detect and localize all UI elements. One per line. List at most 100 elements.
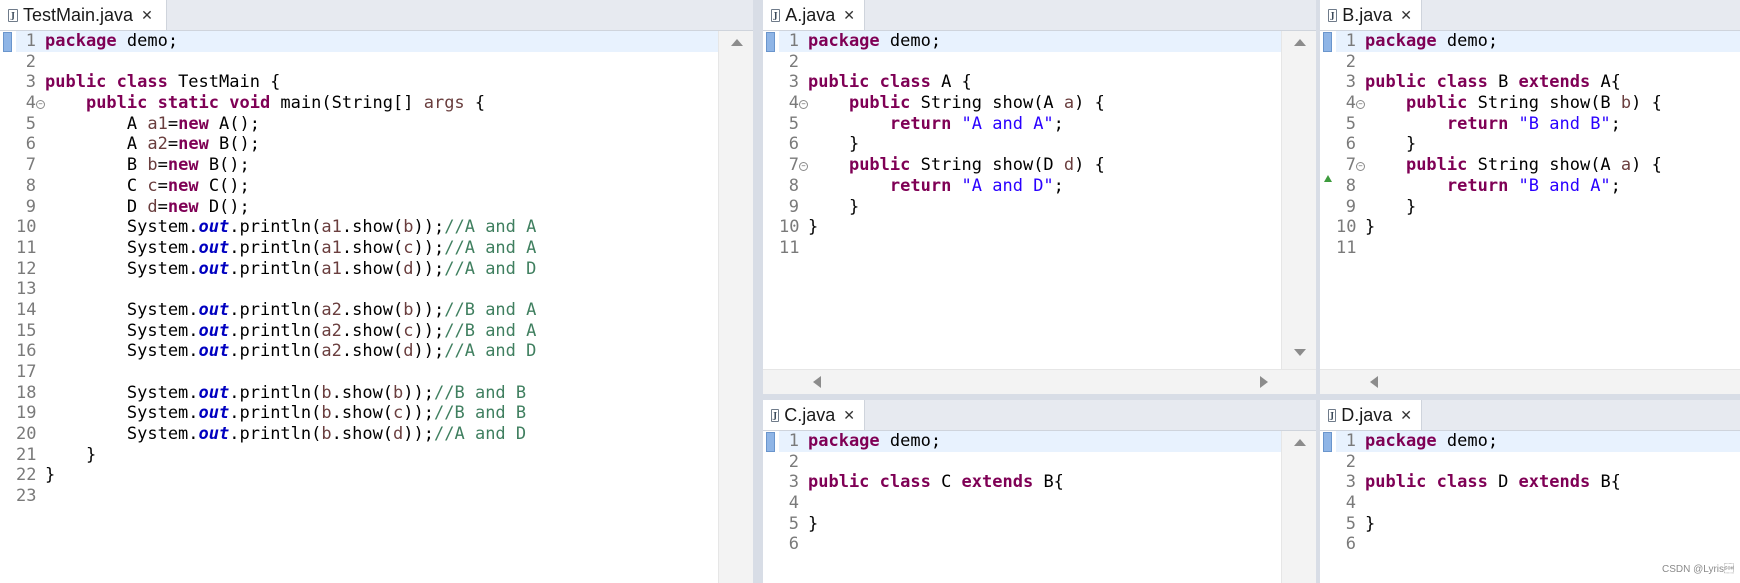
close-icon[interactable]: ✕ [843,8,855,22]
code-line[interactable]: 1 package demo; [1336,31,1740,52]
scroll-right-arrow[interactable] [1260,376,1268,388]
tab-d[interactable]: J D.java ✕ [1320,400,1422,430]
scroll-up-arrow[interactable] [1294,39,1306,46]
code-line[interactable]: 1 package demo; [779,31,1282,52]
code-line[interactable]: 6 [779,534,1282,555]
fold-toggle-icon[interactable]: − [1356,100,1365,110]
code-area[interactable]: 1 package demo; 2 3 public class A {4− publi… [779,31,1282,259]
code-line[interactable]: 10} [779,217,1282,238]
tab-a[interactable]: J A.java ✕ [763,0,865,30]
code-line[interactable]: 17 [16,362,719,383]
code-line[interactable]: 22} [16,465,719,486]
code-line[interactable]: 5 return "A and A"; [779,114,1282,135]
scroll-up-arrow[interactable] [1294,439,1306,446]
code-line[interactable]: 23 [16,486,719,507]
code-line[interactable]: 2 [16,52,719,73]
code-line[interactable]: 15 System.out.println(a2.show(c));//B an… [16,321,719,342]
code-editor[interactable]: 1 package demo; 2 3 public class A {4− publi… [763,31,1316,394]
close-icon[interactable]: ✕ [1400,408,1412,422]
code-area[interactable]: 1 package demo; 2 3 public class C extends B… [779,431,1282,555]
code-line[interactable]: 20 System.out.println(b.show(d));//A and… [16,424,719,445]
code-line[interactable]: 19 System.out.println(b.show(c));//B and… [16,403,719,424]
vertical-scrollbar[interactable] [1281,431,1316,583]
code-line[interactable]: 3 public class D extends B{ [1336,472,1740,493]
code-token: ; [1610,113,1621,134]
code-token: args [423,93,465,114]
code-line[interactable]: 8 C c=new C(); [16,176,719,197]
code-line[interactable]: 3 public class TestMain { [16,72,719,93]
code-editor[interactable]: 1 package demo; 2 3 public class TestMain {4… [0,31,753,583]
override-marker-icon[interactable] [1324,175,1332,182]
vertical-scrollbar[interactable] [718,31,753,583]
code-token: a2 [147,134,168,155]
code-line[interactable]: 3 public class A { [779,72,1282,93]
code-line[interactable]: 18 System.out.println(b.show(b));//B and… [16,383,719,404]
code-line[interactable]: 1 package demo; [1336,431,1740,452]
code-editor[interactable]: 1 package demo; 2 3 public class D extends B… [1320,431,1740,583]
code-line[interactable]: 11 [779,238,1282,259]
code-line[interactable]: 4− public String show(B b) { [1336,93,1740,114]
fold-toggle-icon[interactable]: − [36,100,45,110]
code-line[interactable]: 1 package demo; [16,31,719,52]
code-line[interactable]: 6 [1336,534,1740,555]
code-line[interactable]: 4− public static void main(String[] args… [16,93,719,114]
code-area[interactable]: 1 package demo; 2 3 public class D extends B… [1336,431,1740,555]
code-line[interactable]: 2 [1336,452,1740,473]
code-line[interactable]: 14 System.out.println(a2.show(b));//B an… [16,300,719,321]
code-line[interactable]: 2 [779,452,1282,473]
code-line[interactable]: 5} [1336,514,1740,535]
code-line[interactable]: 21 } [16,445,719,466]
code-token: new [178,113,209,134]
code-line[interactable]: 16 System.out.println(a2.show(d));//A an… [16,341,719,362]
scroll-left-arrow[interactable] [813,376,821,388]
code-line[interactable]: 2 [779,52,1282,73]
code-line[interactable]: 8 return "A and D"; [779,176,1282,197]
code-line[interactable]: 12 System.out.println(a1.show(d));//A an… [16,259,719,280]
code-line[interactable]: 3 public class B extends A{ [1336,72,1740,93]
code-line[interactable]: 4 [1336,493,1740,514]
code-line[interactable]: 4− public String show(A a) { [779,93,1282,114]
horizontal-scrollbar[interactable] [763,369,1316,394]
code-line[interactable]: 4 [779,493,1282,514]
scroll-down-arrow[interactable] [1294,349,1306,356]
code-line[interactable]: 11 System.out.println(a1.show(c));//A an… [16,238,719,259]
code-line[interactable]: 7 B b=new B(); [16,155,719,176]
code-line[interactable]: 5 A a1=new A(); [16,114,719,135]
scroll-left-arrow[interactable] [1370,376,1378,388]
code-line[interactable]: 9 } [1336,197,1740,218]
code-line[interactable]: 6 } [779,134,1282,155]
close-icon[interactable]: ✕ [1400,8,1412,22]
close-icon[interactable]: ✕ [141,8,153,22]
code-line[interactable]: 7− public String show(D d) { [779,155,1282,176]
code-token: a2 [321,299,342,320]
code-line[interactable]: 3 public class C extends B{ [779,472,1282,493]
code-line[interactable]: 9 } [779,197,1282,218]
code-line[interactable]: 10 System.out.println(a1.show(b));//A an… [16,217,719,238]
code-line[interactable]: 13 [16,279,719,300]
code-area[interactable]: 1 package demo; 2 3 public class B extends A… [1336,31,1740,259]
code-area[interactable]: 1 package demo; 2 3 public class TestMain {4… [16,31,719,507]
fold-toggle-icon[interactable]: − [799,100,808,110]
scroll-up-arrow[interactable] [731,39,743,46]
code-line[interactable]: 9 D d=new D(); [16,197,719,218]
code-token: } [808,196,860,217]
code-line[interactable]: 1 package demo; [779,431,1282,452]
code-editor[interactable]: 1 package demo; 2 3 public class B extends A… [1320,31,1740,394]
tab-testmain[interactable]: J TestMain.java ✕ [0,0,167,30]
code-line[interactable]: 10} [1336,217,1740,238]
horizontal-scrollbar[interactable] [1320,369,1740,394]
code-editor[interactable]: 1 package demo; 2 3 public class C extends B… [763,431,1316,583]
code-token: public [1405,93,1468,114]
vertical-scrollbar[interactable] [1281,31,1316,370]
close-icon[interactable]: ✕ [843,408,855,422]
tab-c[interactable]: J C.java ✕ [763,400,865,430]
code-line[interactable]: 7− public String show(A a) { [1336,155,1740,176]
code-line[interactable]: 5 return "B and B"; [1336,114,1740,135]
code-line[interactable]: 8 return "B and A"; [1336,176,1740,197]
code-line[interactable]: 6 } [1336,134,1740,155]
code-line[interactable]: 6 A a2=new B(); [16,134,719,155]
code-line[interactable]: 11 [1336,238,1740,259]
code-line[interactable]: 2 [1336,52,1740,73]
tab-b[interactable]: J B.java ✕ [1320,0,1422,30]
code-line[interactable]: 5} [779,514,1282,535]
